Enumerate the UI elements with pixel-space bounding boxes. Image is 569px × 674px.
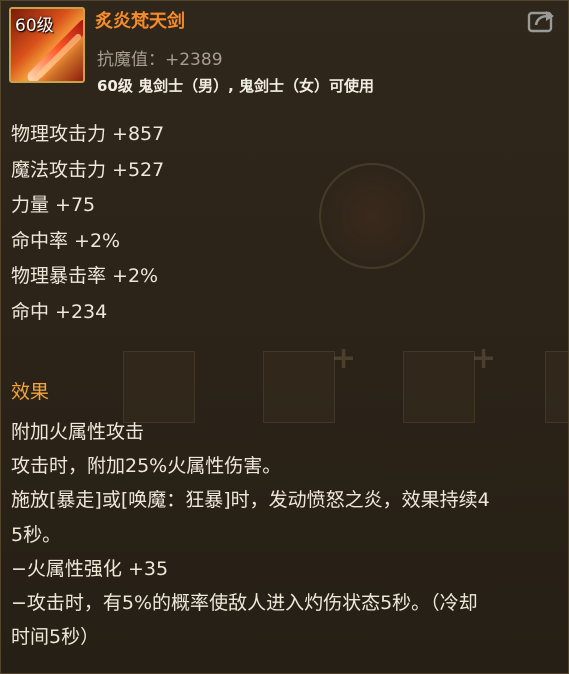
- effect-line: 施放[暴走]或[唤魔：狂暴]时，发动愤怒之炎，效果持续4: [11, 489, 490, 512]
- background-slot: [403, 351, 475, 423]
- stat-physical-crit: 物理暴击率 +2%: [11, 265, 159, 287]
- stat-list: 物理攻击力 +857 魔法攻击力 +527 力量 +75 命中率 +2% 物理暴…: [11, 117, 164, 330]
- background-slot: [123, 351, 195, 423]
- effect-line: 攻击时，附加25%火属性伤害。: [11, 455, 282, 478]
- effect-line: −攻击时，有5%的概率使敌人进入灼伤状态5秒。（冷却: [11, 592, 478, 615]
- item-icon[interactable]: 60级: [9, 7, 85, 83]
- class-requirement: 60级 鬼剑士（男）, 鬼剑士（女）可使用: [97, 77, 375, 95]
- effect-section-title: 效果: [11, 381, 50, 403]
- stat-hit-rate: 命中率 +2%: [11, 229, 121, 252]
- effect-line: 附加火属性攻击: [11, 421, 145, 443]
- stat-magic-attack: 魔法攻击力 +527: [11, 158, 165, 181]
- item-name: 炙炎梵天剑: [95, 11, 185, 32]
- blade-highlight: [35, 32, 83, 80]
- stat-accuracy: 命中 +234: [11, 300, 108, 323]
- share-button[interactable]: [527, 7, 557, 33]
- share-icon: [527, 11, 554, 33]
- item-tooltip: + + 60级 炙炎梵天剑 抗魔值：+2389 60级 鬼剑士（男）, 鬼剑士（…: [0, 0, 569, 674]
- stat-physical-attack: 物理攻击力 +857: [11, 123, 165, 145]
- effect-description: 附加火属性攻击 攻击时，附加25%火属性伤害。 施放[暴走]或[唤魔：狂暴]时，…: [11, 415, 563, 654]
- background-plus-icon: +: [331, 341, 357, 376]
- stat-strength: 力量 +75: [11, 194, 96, 216]
- background-slot: [263, 351, 335, 423]
- background-emblem: [319, 163, 425, 269]
- effect-line: 5秒。: [11, 523, 62, 546]
- magic-resistance: 抗魔值：+2389: [97, 50, 223, 70]
- effect-line: −火属性强化 +35: [11, 557, 169, 580]
- effect-line: 时间5秒）: [11, 626, 100, 649]
- background-slot: [545, 351, 568, 423]
- item-level-badge: 60级: [15, 16, 54, 36]
- background-plus-icon: +: [471, 341, 497, 376]
